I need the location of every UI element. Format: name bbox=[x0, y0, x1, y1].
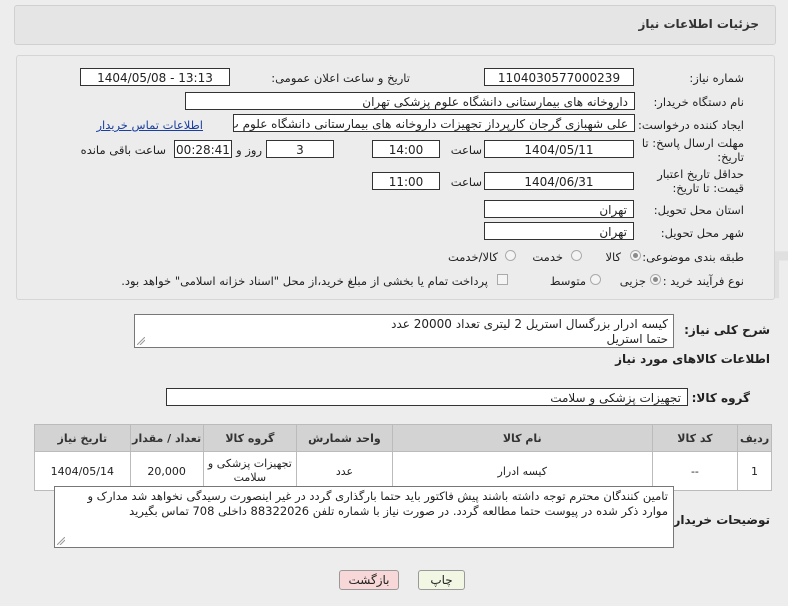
table-row: 1 -- کیسه ادرار عدد تجهیزات پزشکی و سلام… bbox=[34, 451, 772, 491]
announce-datetime-label: تاریخ و ساعت اعلان عمومی: bbox=[271, 71, 410, 85]
resize-handle-icon[interactable] bbox=[57, 537, 65, 545]
col-code: کد کالا bbox=[651, 424, 739, 452]
col-qty: تعداد / مقدار bbox=[129, 424, 204, 452]
province-field: تهران bbox=[484, 200, 634, 218]
process-option-minor: جزیی bbox=[619, 274, 646, 288]
goods-group-label: گروه کالا: bbox=[691, 391, 750, 405]
resize-handle-icon[interactable] bbox=[137, 337, 145, 345]
process-radio-medium[interactable] bbox=[590, 274, 601, 285]
print-button[interactable]: چاپ bbox=[418, 570, 465, 590]
back-button[interactable]: بازگشت bbox=[339, 570, 399, 590]
col-date: تاریخ نیاز bbox=[34, 424, 131, 452]
reply-time-field: 14:00 bbox=[372, 140, 440, 158]
category-label: طبقه بندی موضوعی: bbox=[642, 250, 744, 264]
col-index: ردیف bbox=[737, 424, 772, 452]
description-textarea[interactable]: کیسه ادرار بزرگسال استریل 2 لیتری تعداد … bbox=[134, 314, 674, 348]
goods-table-header: ردیف کد کالا نام کالا واحد شمارش گروه کا… bbox=[34, 424, 772, 452]
buyer-org-field: داروخانه های بیمارستانی دانشگاه علوم پزش… bbox=[185, 92, 635, 110]
category-option-goods-service: کالا/خدمت bbox=[447, 250, 498, 264]
validity-time-label: ساعت bbox=[450, 175, 482, 189]
row-name: کیسه ادرار bbox=[391, 451, 653, 491]
need-number-label: شماره نیاز: bbox=[689, 71, 744, 85]
description-label: شرح کلی نیاز: bbox=[684, 323, 770, 337]
price-validity-label: حداقل تاریخ اعتبار قیمت: تا تاریخ: bbox=[624, 167, 744, 195]
city-field: تهران bbox=[484, 222, 634, 240]
buyer-notes-textarea[interactable]: تامین کنندگان محترم توجه داشته باشند پیش… bbox=[54, 486, 674, 548]
category-radio-service[interactable] bbox=[571, 250, 582, 261]
buyer-contact-link[interactable]: اطلاعات تماس خریدار bbox=[96, 118, 203, 132]
goods-section-title: اطلاعات کالاهای مورد نیاز bbox=[615, 352, 770, 366]
process-type-label: نوع فرآیند خرید : bbox=[662, 274, 744, 288]
need-number-field: 1104030577000239 bbox=[484, 68, 634, 86]
days-label: روز و bbox=[236, 143, 262, 157]
treasury-payment-checkbox[interactable] bbox=[497, 274, 508, 285]
treasury-payment-note: پرداخت تمام یا بخشی از مبلغ خرید،از محل … bbox=[121, 274, 488, 288]
price-validity-text: حداقل تاریخ اعتبار قیمت: تا تاریخ: bbox=[657, 167, 744, 195]
reply-date-field: 1404/05/11 bbox=[484, 140, 634, 158]
row-qty: 20,000 bbox=[129, 451, 204, 491]
category-radio-goods[interactable] bbox=[630, 250, 641, 261]
row-group: تجهیزات پزشکی و سلامت bbox=[202, 451, 298, 491]
row-index: 1 bbox=[737, 451, 772, 491]
category-option-service: خدمت bbox=[532, 250, 563, 264]
col-unit: واحد شمارش bbox=[296, 424, 393, 452]
page-header: جزئیات اطلاعات نیاز bbox=[14, 5, 776, 45]
category-option-goods: کالا bbox=[605, 250, 621, 264]
reply-time-label: ساعت bbox=[450, 143, 482, 157]
goods-group-field: تجهیزات پزشکی و سلامت bbox=[166, 388, 688, 406]
reply-deadline-label: مهلت ارسال پاسخ: تا تاریخ: bbox=[634, 136, 744, 164]
city-label: شهر محل تحویل: bbox=[660, 226, 744, 240]
remaining-time-label: ساعت باقی مانده bbox=[80, 143, 166, 157]
buyer-notes-text: تامین کنندگان محترم توجه داشته باشند پیش… bbox=[87, 489, 668, 518]
buyer-org-label: نام دستگاه خریدار: bbox=[653, 95, 744, 109]
process-option-medium: متوسط bbox=[549, 274, 586, 288]
category-radio-goods-service[interactable] bbox=[505, 250, 516, 261]
col-group: گروه کالا bbox=[202, 424, 298, 452]
process-radio-minor[interactable] bbox=[650, 274, 661, 285]
goods-table: ردیف کد کالا نام کالا واحد شمارش گروه کا… bbox=[34, 424, 772, 491]
description-line-1: کیسه ادرار بزرگسال استریل 2 لیتری تعداد … bbox=[391, 317, 668, 331]
buyer-notes-label: توضیحات خریدار: bbox=[668, 513, 770, 527]
row-code: -- bbox=[651, 451, 739, 491]
col-name: نام کالا bbox=[391, 424, 653, 452]
creator-label: ایجاد کننده درخواست: bbox=[638, 118, 744, 132]
validity-time-field: 11:00 bbox=[372, 172, 440, 190]
description-line-2: حتما استریل bbox=[606, 332, 668, 346]
row-unit: عدد bbox=[296, 451, 393, 491]
validity-date-field: 1404/06/31 bbox=[484, 172, 634, 190]
province-label: استان محل تحویل: bbox=[653, 203, 744, 217]
days-remaining-field: 3 bbox=[266, 140, 334, 158]
remaining-time-field: 00:28:41 bbox=[174, 140, 232, 158]
creator-field: علی شهبازی گرجان کارپرداز تجهیزات داروخا… bbox=[233, 114, 635, 132]
row-date: 1404/05/14 bbox=[34, 451, 131, 491]
announce-datetime-field: 1404/05/08 - 13:13 bbox=[80, 68, 230, 86]
reply-deadline-text: مهلت ارسال پاسخ: تا تاریخ: bbox=[641, 136, 744, 164]
page-title: جزئیات اطلاعات نیاز bbox=[638, 17, 759, 31]
